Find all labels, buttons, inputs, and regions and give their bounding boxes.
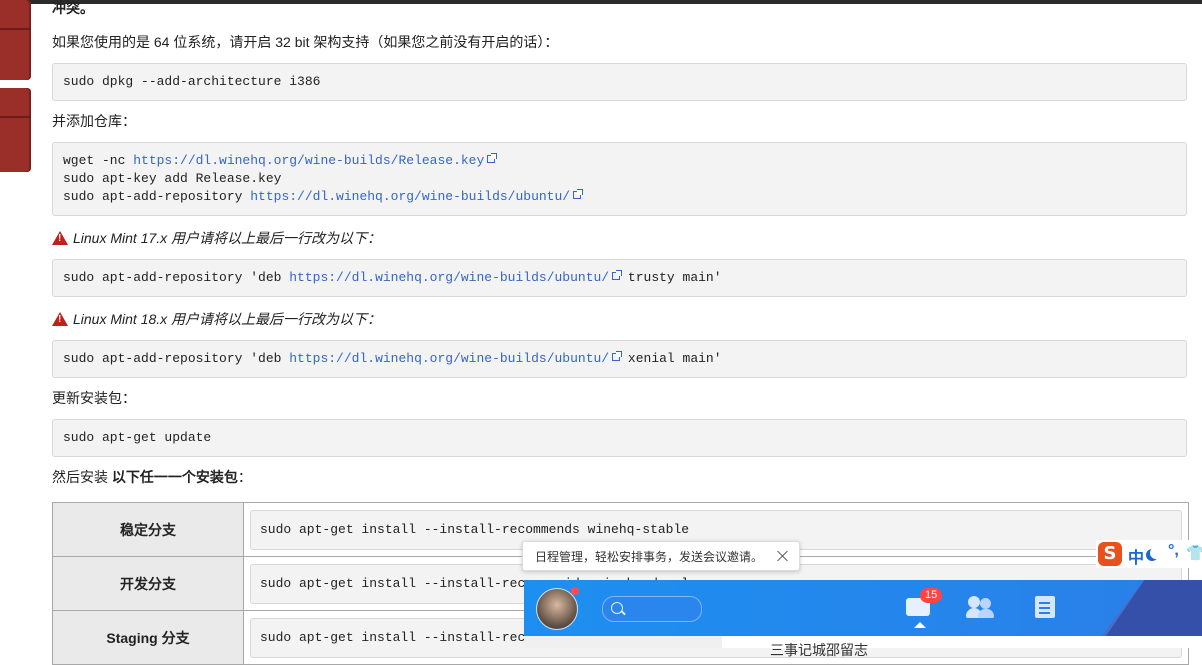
sogou-logo-icon[interactable]: S [1098,542,1122,566]
messages-button[interactable]: 15 [904,588,943,628]
heading-fragment: 冲突。 [52,0,94,16]
release-key-link[interactable]: https://dl.winehq.org/wine-builds/Releas… [133,153,484,168]
install-paragraph: 然后安装 以下任一一个安装包： [52,467,252,487]
code-line: sudo apt-get update [63,430,212,445]
contacts-button[interactable] [966,594,994,620]
install-bold-text: 以下任一一个安装包 [111,469,238,485]
code-line: sudo dpkg --add-architecture i386 [63,74,321,89]
code-block-mint17: sudo apt-add-repository 'deb https://dl.… [52,259,1187,297]
warning-icon [52,231,68,245]
side-tab-1[interactable] [0,0,31,80]
unread-badge: 15 [920,588,943,603]
code-block-repo: wget -nc https://dl.winehq.org/wine-buil… [52,142,1187,216]
ubuntu-repo-link[interactable]: https://dl.winehq.org/wine-builds/ubuntu… [289,270,609,285]
search-input[interactable] [602,596,702,622]
arch-paragraph: 如果您使用的是 64 位系统，请开启 32 bit 架构支持（如果您之前没有开启… [52,34,559,50]
package-name: 稳定分支 [52,502,244,557]
external-link-icon [487,153,498,163]
punctuation-toggle[interactable]: °, [1168,542,1179,560]
update-paragraph: 更新安装包： [52,390,136,406]
half-width-moon-icon[interactable] [1150,547,1162,559]
code-text: xenial main' [620,351,722,366]
code-text: sudo apt-add-repository [63,189,251,204]
active-indicator [914,622,926,628]
code-block-mint18: sudo apt-add-repository 'deb https://dl.… [52,340,1187,378]
search-icon [611,602,623,614]
repo-paragraph: 并添加仓库： [52,113,136,129]
side-tab-notch [0,116,31,118]
code-text: wget -nc [63,153,134,168]
package-name: Staging 分支 [52,610,244,665]
side-tab-2[interactable] [0,88,31,172]
code-line-3: sudo apt-add-repository https://dl.wineh… [63,188,1176,206]
chat-panel-below: 三事记城邵留志 [524,636,1202,658]
panel-cut-text: 三事记城邵留志 [770,642,868,658]
install-text: ： [237,469,252,485]
chat-app-toolbar: 15 [524,580,1202,636]
warning-text: Linux Mint 18.x 用户请将以上最后一行改为以下： [73,311,382,327]
panel-gray-area [524,636,722,648]
documents-button[interactable] [1032,594,1060,620]
code-block-arch: sudo dpkg --add-architecture i386 [52,63,1187,101]
contacts-icon [968,596,980,608]
code-line-2: sudo apt-key add Release.key [63,171,282,186]
skin-shirt-icon[interactable]: 👕 [1186,544,1202,562]
status-dot [571,587,579,595]
close-icon[interactable] [777,550,789,562]
toolbar-decoration [1106,580,1202,636]
schedule-tooltip: 日程管理，轻松安排事务，发送会议邀请。 [522,541,800,571]
code-block-update: sudo apt-get update [52,419,1187,457]
install-text: 然后安装 [52,469,112,485]
warning-mint18: Linux Mint 18.x 用户请将以上最后一行改为以下： [52,309,381,329]
side-tab-notch [0,28,31,30]
avatar[interactable] [536,587,579,630]
warning-mint17: Linux Mint 17.x 用户请将以上最后一行改为以下： [52,228,381,248]
ubuntu-repo-link[interactable]: https://dl.winehq.org/wine-builds/ubuntu… [250,189,570,204]
package-name: 开发分支 [52,556,244,611]
external-link-icon [612,351,623,361]
external-link-icon [612,270,623,280]
tooltip-text: 日程管理，轻松安排事务，发送会议邀请。 [535,550,764,564]
code-line-1: wget -nc https://dl.winehq.org/wine-buil… [63,152,1176,170]
code-text: sudo apt-add-repository 'deb [63,270,290,285]
external-link-icon [573,189,584,199]
ubuntu-repo-link[interactable]: https://dl.winehq.org/wine-builds/ubuntu… [289,351,609,366]
code-text: sudo apt-add-repository 'deb [63,351,290,366]
top-edge-bar [0,0,1202,4]
ime-toolbar[interactable]: S 中 °, 👕 [1096,540,1202,568]
code-text: trusty main' [620,270,722,285]
warning-text: Linux Mint 17.x 用户请将以上最后一行改为以下： [73,230,382,246]
warning-icon [52,312,68,326]
ime-mode-toggle[interactable]: 中 [1128,544,1144,568]
